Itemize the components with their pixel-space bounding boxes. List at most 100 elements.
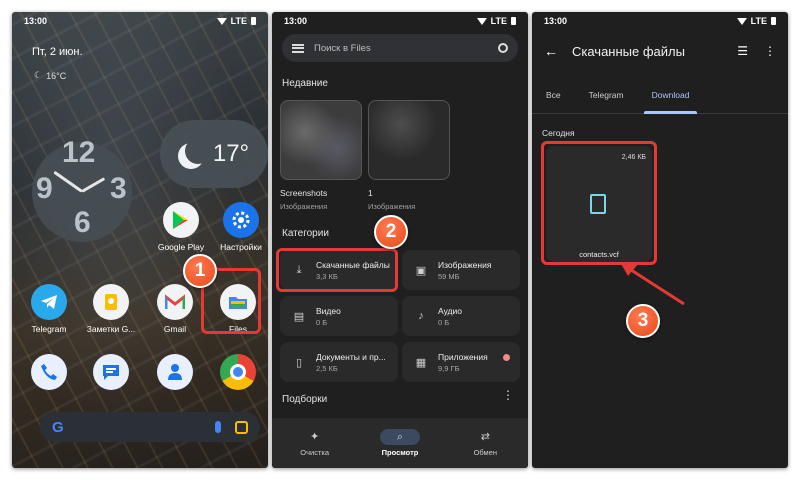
recent-title: Недавние: [282, 78, 328, 89]
category-video[interactable]: ▤ Видео 0 Б: [280, 296, 398, 336]
more-vert-icon[interactable]: ⋮: [502, 389, 514, 401]
weather-small[interactable]: ☾ 16°C: [34, 70, 66, 81]
recent-thumb-screenshots[interactable]: [280, 100, 362, 180]
step-badge-1: 1: [183, 254, 217, 288]
nav-label: Обмен: [473, 448, 498, 457]
app-telegram[interactable]: Telegram: [20, 284, 78, 334]
category-size: 0 Б: [316, 317, 328, 327]
chrome-icon: [220, 354, 256, 390]
toolbar: ← Скачанные файлы ☰ ⋮: [532, 36, 788, 66]
category-title: Приложения: [438, 351, 488, 362]
page-title: Скачанные файлы: [572, 43, 685, 59]
back-arrow-icon[interactable]: ←: [544, 43, 558, 59]
weather-temp: 17°: [212, 140, 250, 167]
category-title: Видео: [316, 305, 341, 316]
search-placeholder: Поиск в Files: [314, 42, 371, 54]
highlight-downloads: [276, 248, 398, 292]
category-title: Аудио: [438, 305, 462, 316]
app-label: Google Play: [157, 242, 205, 252]
contacts-icon: [157, 354, 193, 390]
swap-icon: ⇄: [480, 431, 490, 443]
nav-browse[interactable]: ⌕ Просмотр: [365, 429, 435, 457]
app-google-play[interactable]: Google Play: [152, 202, 210, 252]
category-size: 2,5 КБ: [316, 363, 338, 373]
downloads-screen: 13:00 LTE ← Скачанные файлы ☰ ⋮ Все Tele…: [532, 12, 788, 468]
tab-telegram[interactable]: Telegram: [575, 76, 638, 113]
mic-icon[interactable]: [215, 421, 221, 433]
messages-icon: [93, 354, 129, 390]
apps-icon: ▦: [415, 356, 427, 369]
status-time: 13:00: [544, 16, 568, 26]
gear-icon: [223, 202, 259, 238]
app-messages[interactable]: [82, 354, 140, 394]
tab-download[interactable]: Download: [638, 76, 704, 114]
status-bar: 13:00 LTE: [12, 12, 268, 30]
recent-thumb-1[interactable]: [368, 100, 450, 180]
telegram-icon: [31, 284, 67, 320]
nav-clean[interactable]: ✦ Очистка: [280, 429, 350, 457]
list-view-icon[interactable]: ☰: [737, 44, 748, 58]
app-phone[interactable]: [20, 354, 78, 394]
document-icon: ▯: [295, 356, 303, 369]
network-label: LTE: [490, 16, 507, 26]
menu-icon[interactable]: [292, 43, 304, 53]
step-badge-3: 3: [626, 304, 660, 338]
app-chrome[interactable]: [209, 354, 267, 394]
category-images[interactable]: ▣ Изображения 59 МБ: [402, 250, 520, 290]
files-app-screen: 13:00 LTE Поиск в Files Недавние Screens…: [272, 12, 528, 468]
status-time: 13:00: [284, 16, 308, 26]
search-icon[interactable]: [498, 43, 508, 53]
app-gmail[interactable]: Gmail: [146, 284, 204, 334]
category-audio[interactable]: ♪ Аудио 0 Б: [402, 296, 520, 336]
clock-numeral-3: 3: [110, 172, 127, 205]
app-contacts[interactable]: [146, 354, 204, 394]
video-icon: ▤: [293, 310, 305, 323]
moon-icon: [185, 138, 211, 164]
date-widget[interactable]: Пт, 2 июн.: [32, 46, 83, 58]
lens-icon[interactable]: [235, 420, 248, 434]
google-search-bar[interactable]: G: [40, 412, 260, 442]
clock-numeral-12: 12: [62, 136, 96, 169]
app-label: Gmail: [163, 324, 187, 334]
category-size: 9,9 ГБ: [438, 363, 460, 373]
app-label: Telegram: [31, 324, 67, 334]
category-apps[interactable]: ▦ Приложения 9,9 ГБ: [402, 342, 520, 382]
image-icon: ▣: [415, 264, 427, 277]
status-time: 13:00: [24, 16, 48, 26]
collections-title: Подборки: [282, 394, 328, 405]
category-documents[interactable]: ▯ Документы и пр... 2,5 КБ: [280, 342, 398, 382]
arrow-pointer: [620, 262, 685, 306]
wifi-icon: [476, 17, 487, 25]
category-size: 59 МБ: [438, 271, 460, 281]
nav-label: Просмотр: [381, 448, 419, 457]
app-keep-notes[interactable]: Заметки G...: [82, 284, 140, 334]
recent-name: 1: [368, 188, 373, 198]
app-settings[interactable]: Настройки: [212, 202, 268, 252]
tab-bar: Все Telegram Download: [532, 76, 788, 114]
highlight-file: [541, 141, 657, 265]
battery-icon: [771, 17, 776, 25]
clock-numeral-6: 6: [74, 206, 91, 239]
gmail-icon: [157, 284, 193, 320]
tab-all[interactable]: Все: [532, 76, 575, 113]
more-vert-icon[interactable]: ⋮: [764, 44, 776, 58]
battery-icon: [251, 17, 256, 25]
files-search-bar[interactable]: Поиск в Files: [282, 34, 518, 62]
app-label: Настройки: [220, 242, 262, 252]
nav-share[interactable]: ⇄ Обмен: [450, 429, 520, 457]
recent-type: Изображения: [280, 202, 328, 211]
weather-widget[interactable]: 17°: [160, 120, 268, 188]
battery-icon: [511, 17, 516, 25]
keep-notes-icon: [93, 284, 129, 320]
category-title: Документы и пр...: [316, 351, 386, 362]
google-logo: G: [52, 418, 64, 436]
home-screen: 13:00 LTE Пт, 2 июн. ☾ 16°C 17° 12 9 3 6…: [12, 12, 268, 468]
nav-label: Очистка: [300, 448, 330, 457]
google-play-icon: [163, 202, 199, 238]
category-size: 0 Б: [438, 317, 450, 327]
browse-icon: ⌕: [379, 429, 420, 445]
notification-dot: [503, 354, 510, 361]
clock-widget[interactable]: 12 9 3 6: [32, 136, 136, 242]
categories-title: Категории: [282, 228, 329, 239]
section-today: Сегодня: [542, 128, 575, 138]
